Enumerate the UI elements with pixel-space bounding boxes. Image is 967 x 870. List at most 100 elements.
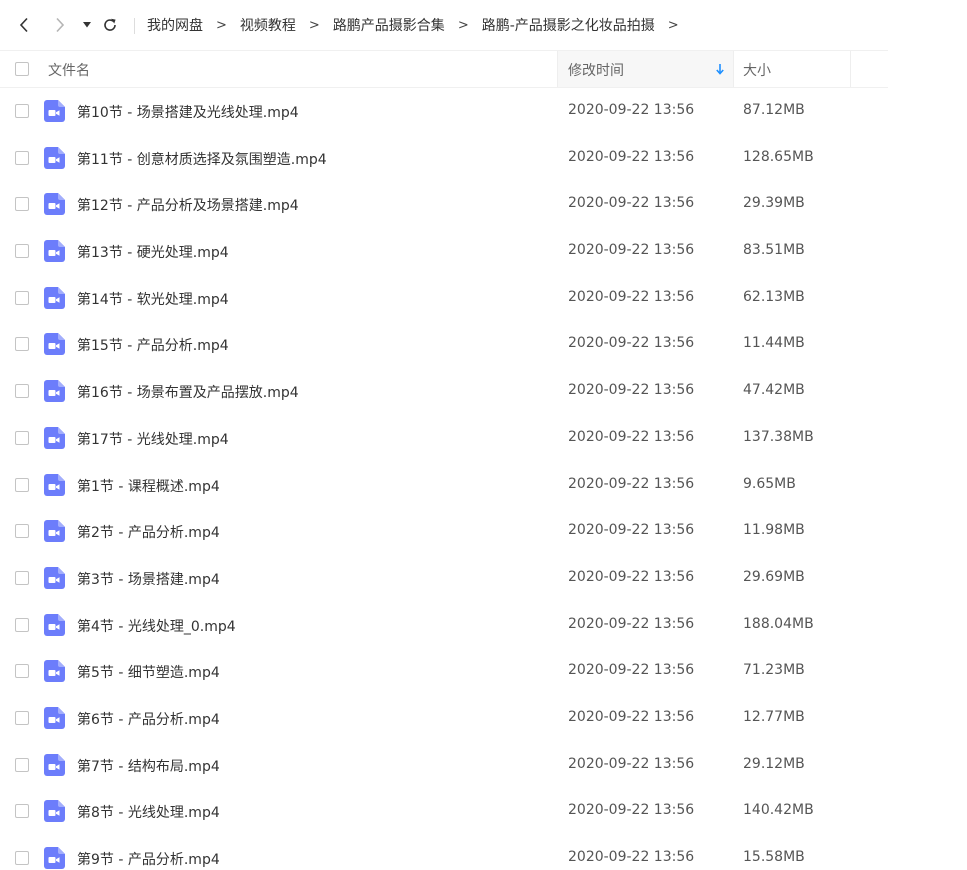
file-modified-date: 2020-09-22 13:56 (568, 195, 695, 212)
breadcrumb-item-my-drive[interactable]: 我的网盘 (147, 15, 203, 35)
file-modified-date: 2020-09-22 13:56 (568, 102, 695, 118)
video-file-icon (44, 193, 65, 216)
video-file-icon (44, 146, 65, 169)
file-row[interactable]: 第6节 - 产品分析.mp4 2020-09-22 13:56 12.77MB (0, 695, 888, 742)
video-file-icon (44, 753, 65, 776)
file-name[interactable]: 第16节 - 场景布置及产品摆放.mp4 (77, 382, 299, 402)
file-row[interactable]: 第1节 - 课程概述.mp4 2020-09-22 13:56 9.65MB (0, 462, 888, 509)
file-name[interactable]: 第15节 - 产品分析.mp4 (77, 335, 229, 355)
video-file-icon (44, 800, 65, 823)
file-size: 71.23MB (743, 662, 805, 679)
file-name[interactable]: 第13节 - 硬光处理.mp4 (77, 242, 229, 262)
file-modified-date: 2020-09-22 13:56 (568, 708, 695, 725)
file-name[interactable]: 第8节 - 光线处理.mp4 (77, 802, 220, 822)
file-row[interactable]: 第2节 - 产品分析.mp4 2020-09-22 13:56 11.98MB (0, 508, 888, 555)
file-name[interactable]: 第1节 - 课程概述.mp4 (77, 476, 220, 496)
video-file-icon (44, 100, 65, 122)
file-row[interactable]: 第13节 - 硬光处理.mp4 2020-09-22 13:56 83.51MB (0, 228, 888, 275)
arrow-down-icon (716, 64, 724, 75)
row-checkbox[interactable] (15, 617, 29, 632)
file-row[interactable]: 第9节 - 产品分析.mp4 2020-09-22 13:56 15.58MB (0, 835, 888, 870)
file-size: 128.65MB (743, 148, 814, 165)
row-checkbox[interactable] (15, 570, 29, 585)
file-name[interactable]: 第3节 - 场景搭建.mp4 (77, 569, 220, 589)
file-size: 83.51MB (743, 242, 805, 259)
row-checkbox[interactable] (15, 197, 29, 212)
row-checkbox[interactable] (15, 710, 29, 725)
file-modified-date: 2020-09-22 13:56 (568, 382, 695, 399)
row-checkbox[interactable] (15, 477, 29, 492)
row-checkbox[interactable] (15, 430, 29, 445)
video-file-icon (44, 847, 65, 869)
file-modified-date: 2020-09-22 13:56 (568, 475, 695, 492)
column-header-name[interactable]: 文件名 (48, 60, 90, 80)
breadcrumb-item-current-folder[interactable]: 路鹏-产品摄影之化妆品拍摄 (482, 15, 655, 35)
select-all-checkbox[interactable] (15, 62, 29, 76)
refresh-icon (104, 18, 116, 31)
file-name[interactable]: 第5节 - 细节塑造.mp4 (77, 662, 220, 682)
back-button[interactable] (14, 14, 34, 36)
history-dropdown-button[interactable] (77, 14, 97, 36)
file-row[interactable]: 第14节 - 软光处理.mp4 2020-09-22 13:56 62.13MB (0, 275, 888, 322)
file-row[interactable]: 第8节 - 光线处理.mp4 2020-09-22 13:56 140.42MB (0, 788, 888, 835)
breadcrumb-separator[interactable]: > (668, 18, 679, 33)
file-row[interactable]: 第15节 - 产品分析.mp4 2020-09-22 13:56 11.44MB (0, 321, 888, 368)
row-checkbox[interactable] (15, 244, 29, 259)
video-file-icon (44, 660, 65, 683)
file-size: 29.12MB (743, 755, 805, 772)
file-row[interactable]: 第5节 - 细节塑造.mp4 2020-09-22 13:56 71.23MB (0, 648, 888, 695)
file-row[interactable]: 第16节 - 场景布置及产品摆放.mp4 2020-09-22 13:56 47… (0, 368, 888, 415)
row-checkbox[interactable] (15, 104, 29, 118)
file-name[interactable]: 第7节 - 结构布局.mp4 (77, 756, 220, 776)
row-checkbox[interactable] (15, 664, 29, 679)
column-divider[interactable] (733, 51, 734, 87)
file-name[interactable]: 第10节 - 场景搭建及光线处理.mp4 (77, 102, 299, 122)
column-header-modified-label: 修改时间 (568, 63, 624, 79)
file-size: 137.38MB (743, 428, 814, 445)
chevron-right-icon (56, 17, 65, 33)
breadcrumb-item-video-tutorials[interactable]: 视频教程 (240, 15, 296, 35)
file-row[interactable]: 第10节 - 场景搭建及光线处理.mp4 2020-09-22 13:56 87… (0, 88, 888, 135)
row-checkbox[interactable] (15, 757, 29, 772)
table-header: 文件名 修改时间 大小 (0, 51, 888, 88)
file-name[interactable]: 第4节 - 光线处理_0.mp4 (77, 616, 236, 636)
row-checkbox[interactable] (15, 337, 29, 352)
file-row[interactable]: 第11节 - 创意材质选择及氛围塑造.mp4 2020-09-22 13:56 … (0, 135, 888, 182)
file-size: 9.65MB (743, 475, 796, 492)
column-header-modified[interactable]: 修改时间 (558, 51, 733, 87)
video-file-icon (44, 380, 65, 403)
file-name[interactable]: 第12节 - 产品分析及场景搭建.mp4 (77, 195, 299, 215)
file-row[interactable]: 第4节 - 光线处理_0.mp4 2020-09-22 13:56 188.04… (0, 602, 888, 649)
row-checkbox[interactable] (15, 524, 29, 539)
file-name[interactable]: 第17节 - 光线处理.mp4 (77, 429, 229, 449)
file-row[interactable]: 第7节 - 结构布局.mp4 2020-09-22 13:56 29.12MB (0, 742, 888, 789)
file-modified-date: 2020-09-22 13:56 (568, 428, 695, 445)
file-modified-date: 2020-09-22 13:56 (568, 242, 695, 259)
refresh-button[interactable] (100, 14, 120, 36)
caret-down-icon (83, 22, 91, 28)
forward-button[interactable] (50, 14, 70, 36)
row-checkbox[interactable] (15, 804, 29, 819)
row-checkbox[interactable] (15, 384, 29, 399)
row-checkbox[interactable] (15, 290, 29, 305)
column-header-size[interactable]: 大小 (743, 60, 771, 80)
file-name[interactable]: 第2节 - 产品分析.mp4 (77, 522, 220, 542)
file-row[interactable]: 第17节 - 光线处理.mp4 2020-09-22 13:56 137.38M… (0, 415, 888, 462)
file-row[interactable]: 第12节 - 产品分析及场景搭建.mp4 2020-09-22 13:56 29… (0, 181, 888, 228)
file-name[interactable]: 第9节 - 产品分析.mp4 (77, 849, 220, 869)
file-modified-date: 2020-09-22 13:56 (568, 148, 695, 165)
breadcrumb-separator: > (457, 17, 469, 33)
file-name[interactable]: 第11节 - 创意材质选择及氛围塑造.mp4 (77, 149, 327, 169)
file-modified-date: 2020-09-22 13:56 (568, 615, 695, 632)
row-checkbox[interactable] (15, 851, 29, 865)
row-checkbox[interactable] (15, 150, 29, 165)
file-modified-date: 2020-09-22 13:56 (568, 288, 695, 305)
column-divider[interactable] (850, 51, 851, 87)
breadcrumb-item-collection[interactable]: 路鹏产品摄影合集 (333, 15, 445, 35)
file-row[interactable]: 第3节 - 场景搭建.mp4 2020-09-22 13:56 29.69MB (0, 555, 888, 602)
file-modified-date: 2020-09-22 13:56 (568, 662, 695, 679)
file-size: 87.12MB (743, 102, 805, 118)
file-name[interactable]: 第14节 - 软光处理.mp4 (77, 289, 229, 309)
file-name[interactable]: 第6节 - 产品分析.mp4 (77, 709, 220, 729)
navigation-bar: 我的网盘 > 视频教程 > 路鹏产品摄影合集 > 路鹏-产品摄影之化妆品拍摄 > (0, 0, 888, 51)
